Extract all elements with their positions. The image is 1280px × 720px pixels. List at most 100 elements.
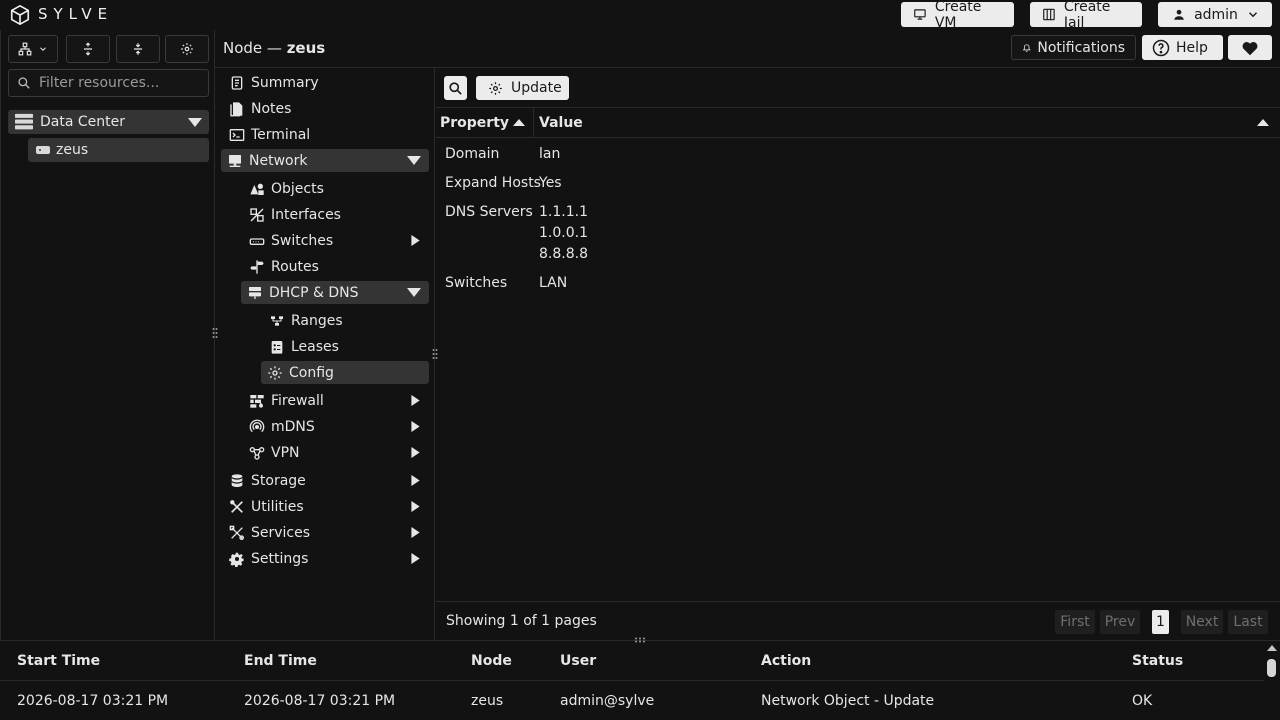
shapes-icon xyxy=(250,183,264,195)
first-page-button[interactable]: First xyxy=(1055,610,1095,634)
prev-page-button[interactable]: Prev xyxy=(1100,610,1140,634)
nav-utilities[interactable]: Utilities xyxy=(223,495,429,518)
nav-firewall-label: Firewall xyxy=(271,392,324,409)
caret-right-icon xyxy=(411,421,420,432)
column-value-label: Value xyxy=(539,115,583,131)
last-label: Last xyxy=(1233,614,1263,630)
log-col-user[interactable]: User xyxy=(560,653,596,669)
log-col-end[interactable]: End Time xyxy=(244,653,317,669)
nav-settings[interactable]: Settings xyxy=(223,547,429,570)
log-col-node[interactable]: Node xyxy=(471,653,512,669)
content-toolbar: Update xyxy=(436,68,1280,108)
view-switcher-button[interactable] xyxy=(8,35,58,63)
nav-services[interactable]: Services xyxy=(223,521,429,544)
caret-right-icon xyxy=(411,235,420,246)
log-action: Network Object - Update xyxy=(761,693,935,709)
nav-terminal[interactable]: Terminal xyxy=(223,123,429,146)
notifications-label: Notifications xyxy=(1037,39,1125,56)
table-row[interactable]: Domain lan xyxy=(436,144,1280,169)
tree-item-zeus[interactable]: zeus xyxy=(28,138,209,162)
user-menu-button[interactable]: admin xyxy=(1158,2,1272,27)
donate-heart-button[interactable] xyxy=(1228,35,1272,60)
expand-icon xyxy=(83,42,93,56)
nav-config[interactable]: Config xyxy=(261,361,429,384)
filter-placeholder: Filter resources... xyxy=(39,75,160,91)
row-value: Yes xyxy=(539,175,562,191)
log-col-start[interactable]: Start Time xyxy=(17,653,100,669)
collapse-all-button[interactable] xyxy=(116,35,160,63)
chevron-down-icon xyxy=(40,47,46,51)
notifications-button[interactable]: Notifications xyxy=(1011,35,1136,60)
update-label: Update xyxy=(511,80,562,96)
log-scroll-thumb[interactable] xyxy=(1267,659,1276,677)
switch-icon xyxy=(249,237,265,245)
update-button[interactable]: Update xyxy=(476,76,569,100)
nav-leases[interactable]: Leases xyxy=(263,335,429,358)
hierarchy-icon xyxy=(18,42,32,56)
nav-switches[interactable]: Switches xyxy=(243,229,429,252)
column-property[interactable]: Property xyxy=(436,108,534,138)
nav-storage[interactable]: Storage xyxy=(223,469,429,492)
nav-notes[interactable]: Notes xyxy=(223,97,429,120)
log-col-action[interactable]: Action xyxy=(761,653,811,669)
nav-dhcp-dns-label: DHCP & DNS xyxy=(269,284,359,301)
question-icon xyxy=(1152,39,1170,56)
last-page-button[interactable]: Last xyxy=(1228,610,1268,634)
nav-interfaces[interactable]: Interfaces xyxy=(243,203,429,226)
caret-right-icon xyxy=(411,475,420,486)
create-vm-button[interactable]: Create VM xyxy=(901,0,1014,31)
breadcrumb: Node — zeus xyxy=(223,39,325,57)
nav-summary[interactable]: Summary xyxy=(223,71,429,94)
log-row[interactable]: 2026-08-17 03:21 PM 2026-08-17 03:21 PM … xyxy=(0,682,1264,720)
nav-ranges-label: Ranges xyxy=(291,312,343,329)
row-property: Expand Hosts xyxy=(445,175,541,191)
dhcp-config-panel: Update Property Value Domain lan Expand … xyxy=(436,68,1280,640)
next-page-button[interactable]: Next xyxy=(1181,610,1223,634)
create-jail-button[interactable]: Create Jail xyxy=(1030,0,1142,31)
breadcrumb-prefix: Node — xyxy=(223,39,282,57)
nav-dhcp-dns[interactable]: DHCP & DNS xyxy=(241,281,429,304)
filter-resources-input[interactable]: Filter resources... xyxy=(8,69,209,97)
expand-all-button[interactable] xyxy=(66,35,110,63)
nav-routes[interactable]: Routes xyxy=(243,255,429,278)
row-value: LAN xyxy=(539,275,568,291)
notes-icon xyxy=(230,101,243,116)
help-label: Help xyxy=(1176,39,1208,56)
ranges-icon xyxy=(271,315,283,326)
nav-network[interactable]: Network xyxy=(221,149,429,172)
breadcrumb-node: zeus xyxy=(286,39,326,57)
server-rack-icon xyxy=(15,113,33,130)
next-label: Next xyxy=(1185,614,1219,630)
nav-objects[interactable]: Objects xyxy=(243,177,429,200)
tree-item-datacenter[interactable]: Data Center xyxy=(8,110,209,134)
user-name: admin xyxy=(1194,6,1238,23)
nav-vpn[interactable]: VPN xyxy=(243,441,429,464)
nav-notes-label: Notes xyxy=(251,100,292,117)
log-scrollbar[interactable] xyxy=(1264,641,1280,720)
caret-right-icon xyxy=(411,395,420,406)
row-property: Switches xyxy=(445,275,508,291)
row-property: DNS Servers xyxy=(445,204,533,220)
create-jail-label: Create Jail xyxy=(1063,0,1111,31)
nav-vpn-label: VPN xyxy=(271,444,300,461)
table-row[interactable]: Switches LAN xyxy=(436,273,1280,298)
top-bar: SYLVE Create VM Create Jail admin xyxy=(0,0,1280,31)
terminal-icon xyxy=(229,128,245,141)
nav-ranges[interactable]: Ranges xyxy=(263,309,429,332)
sidebar-settings-button[interactable] xyxy=(165,35,209,63)
nav-mdns[interactable]: mDNS xyxy=(243,415,429,438)
tools-icon xyxy=(230,499,243,513)
page-1-button[interactable]: 1 xyxy=(1152,610,1169,634)
gear-icon xyxy=(268,365,282,380)
search-button[interactable] xyxy=(444,76,467,100)
table-row[interactable]: Expand Hosts Yes xyxy=(436,173,1280,198)
caret-down-icon xyxy=(188,118,202,127)
log-col-status[interactable]: Status xyxy=(1132,653,1183,669)
column-value[interactable]: Value xyxy=(535,108,1280,138)
dns-server-value: 1.0.0.1 xyxy=(539,225,588,241)
scroll-up-icon[interactable] xyxy=(1267,645,1277,651)
help-button[interactable]: Help xyxy=(1142,35,1223,60)
table-row[interactable]: DNS Servers 1.1.1.1 1.0.0.1 8.8.8.8 xyxy=(436,202,1280,266)
nav-network-label: Network xyxy=(249,152,308,169)
nav-firewall[interactable]: Firewall xyxy=(243,389,429,412)
